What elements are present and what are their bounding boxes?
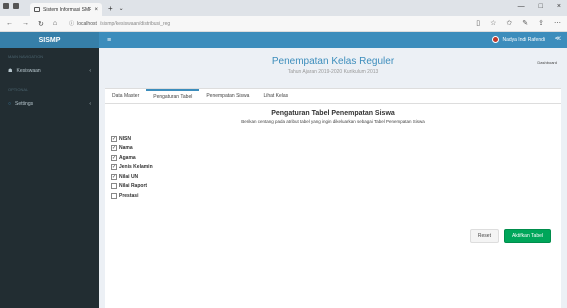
checkbox-box[interactable] [111, 192, 117, 199]
url-path: /sismp/kesiswaan/distribusi_reg [99, 20, 171, 27]
main-content: Penempatan Kelas Reguler Tahun Ajaran 20… [99, 48, 567, 308]
user-name: Nadya Indi Rafendi [502, 36, 545, 43]
url-field[interactable]: ⓘ localhost/sismp/kesiswaan/distribusi_r… [69, 20, 171, 28]
checkbox-nama[interactable]: ✓ Nama [111, 144, 561, 154]
url-host: localhost [77, 20, 97, 27]
tab-penempatan-siswa[interactable]: Penempatan Siswa [199, 89, 256, 103]
tab-box: Data Master Pengaturan Tabel Penempatan … [105, 88, 561, 308]
checkbox-label: Nilai UN [119, 173, 139, 180]
checkbox-label: Prestasi [119, 192, 139, 199]
user-menu[interactable]: Nadya Indi Rafendi [492, 36, 545, 43]
window-controls: — □ × [518, 3, 561, 10]
sidebar: SISMP MAIN NAVIGATION ☗ Kesiswaan ‹ OPTI… [0, 32, 99, 308]
checkbox-box[interactable]: ✓ [111, 154, 117, 161]
checkbox-box[interactable]: ✓ [111, 145, 117, 152]
reset-button[interactable]: Reset [469, 229, 499, 243]
new-tab-icon[interactable]: + [108, 4, 113, 13]
chevron-left-icon: ‹ [89, 101, 91, 107]
circle-icon: ○ [8, 101, 12, 107]
attribute-checklist: ✓ NISN ✓ Nama ✓ Agama ✓ Jenis Kelamin ✓ Nilai… [111, 134, 561, 201]
browser-tab-bar: Sistem Informasi SMP × + ⌄ — □ × [0, 0, 567, 16]
top-navbar: ≡ Nadya Indi Rafendi ≪ [99, 32, 567, 48]
page-subtitle: Tahun Ajaran 2019-2020 Kurikulum 2013 [287, 69, 379, 75]
tab-lihat-kelas[interactable]: Lihat Kelas [256, 89, 295, 103]
sidebar-header-optional: OPTIONAL [8, 87, 29, 92]
chevron-left-icon: ‹ [89, 68, 91, 74]
sidebar-item-label: Kesiswaan [16, 68, 41, 74]
tab-data-master[interactable]: Data Master [105, 89, 146, 103]
checkbox-box[interactable]: ✓ [111, 164, 117, 171]
home-icon[interactable]: ⌂ [53, 20, 57, 28]
reading-view-icon[interactable]: ▯ [476, 19, 480, 27]
tab-pane: Pengaturan Tabel Penempatan Siswa Berika… [105, 110, 561, 243]
checkbox-box[interactable]: ✓ [111, 173, 117, 180]
window-icons [3, 3, 19, 9]
checkbox-jenis-kelamin[interactable]: ✓ Jenis Kelamin [111, 163, 561, 173]
pane-description: Berikan centang pada atribut tabel yang … [241, 119, 425, 124]
favorites-hub-icon[interactable]: ✩ [506, 19, 512, 27]
app-icon [3, 3, 9, 9]
checkbox-label: Nama [119, 145, 133, 152]
checkbox-label: NISN [119, 135, 131, 142]
sidebar-item-settings[interactable]: ○ Settings ‹ [0, 96, 99, 112]
page-favicon-icon [34, 7, 40, 12]
address-bar: ← → ↻ ⌂ ⓘ localhost/sismp/kesiswaan/dist… [0, 16, 567, 32]
sidebar-item-kesiswaan[interactable]: ☗ Kesiswaan ‹ [0, 63, 99, 79]
checkbox-agama[interactable]: ✓ Agama [111, 153, 561, 163]
sidebar-header-main: MAIN NAVIGATION [8, 54, 44, 59]
checkbox-box[interactable]: ✓ [111, 135, 117, 142]
checkbox-nilai-un[interactable]: ✓ Nilai UN [111, 172, 561, 182]
info-icon: ⓘ [69, 21, 75, 27]
close-tab-icon[interactable]: × [94, 7, 98, 13]
checkbox-label: Agama [119, 154, 136, 161]
app-logo[interactable]: SISMP [0, 32, 99, 48]
share-nodes-icon[interactable]: ≪ [555, 35, 561, 42]
checkbox-label: Jenis Kelamin [119, 164, 153, 171]
more-icon[interactable]: ⋯ [554, 19, 561, 27]
close-window-icon[interactable]: × [557, 3, 561, 10]
checkbox-box[interactable] [111, 183, 117, 190]
share-icon[interactable]: ⇪ [538, 19, 544, 27]
browser-tab-title: Sistem Informasi SMP [43, 6, 92, 13]
checkbox-label: Nilai Raport [119, 183, 148, 190]
page-header: Penempatan Kelas Reguler Tahun Ajaran 20… [99, 48, 567, 75]
favorite-star-icon[interactable]: ☆ [490, 19, 496, 27]
apply-table-button[interactable]: Aktifkan Tabel [503, 229, 551, 243]
tab-actions-icon[interactable] [13, 3, 19, 9]
tab-pengaturan-tabel[interactable]: Pengaturan Tabel [146, 89, 200, 103]
pane-heading: Pengaturan Tabel Penempatan Siswa [271, 110, 395, 117]
avatar [492, 36, 500, 43]
browser-tab[interactable]: Sistem Informasi SMP × [30, 3, 102, 16]
minimize-icon[interactable]: — [518, 3, 525, 10]
checkbox-nilai-raport[interactable]: Nilai Raport [111, 182, 561, 192]
checkbox-prestasi[interactable]: Prestasi [111, 191, 561, 201]
tab-strip: Data Master Pengaturan Tabel Penempatan … [105, 89, 561, 104]
page-title: Penempatan Kelas Reguler [271, 56, 395, 67]
refresh-icon[interactable]: ↻ [38, 20, 44, 28]
form-actions: Reset Aktifkan Tabel [469, 229, 551, 243]
back-icon[interactable]: ← [6, 20, 13, 28]
menu-toggle-icon[interactable]: ≡ [107, 37, 111, 44]
breadcrumb[interactable]: Dashboard [537, 60, 557, 65]
users-icon: ☗ [8, 68, 13, 74]
pen-icon[interactable]: ✎ [522, 19, 528, 27]
sidebar-item-label: Settings [15, 101, 34, 107]
checkbox-nisn[interactable]: ✓ NISN [111, 134, 561, 144]
forward-icon[interactable]: → [22, 20, 29, 28]
chevron-down-icon[interactable]: ⌄ [119, 5, 124, 12]
maximize-icon[interactable]: □ [539, 3, 543, 10]
